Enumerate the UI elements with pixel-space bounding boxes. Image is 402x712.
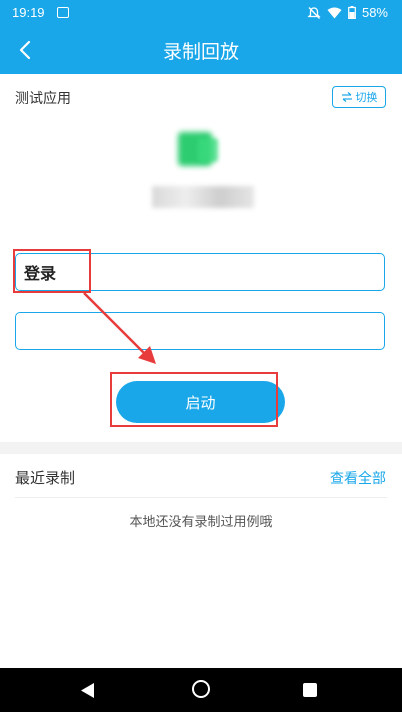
image-icon bbox=[57, 7, 69, 18]
page-title: 录制回放 bbox=[162, 41, 239, 63]
nav-back-icon[interactable] bbox=[81, 683, 95, 698]
annotation-box-login bbox=[13, 249, 91, 293]
wifi-icon bbox=[327, 7, 342, 18]
status-time: 19:19 bbox=[12, 5, 45, 20]
app-name-blurred bbox=[152, 186, 254, 208]
divider-line bbox=[15, 497, 387, 498]
second-field[interactable] bbox=[15, 312, 385, 350]
switch-button[interactable]: 切换 bbox=[332, 86, 386, 108]
app-bar: 录制回放 bbox=[0, 26, 402, 74]
switch-label: 切换 bbox=[355, 91, 378, 104]
battery-percent: 58% bbox=[361, 5, 388, 20]
section-divider bbox=[0, 442, 402, 454]
status-bar: 19:19 58% bbox=[0, 0, 402, 26]
annotation-box-start bbox=[110, 372, 278, 427]
nav-recents-icon[interactable] bbox=[303, 683, 317, 697]
recent-title: 最近录制 bbox=[15, 469, 76, 487]
view-all-link[interactable]: 查看全部 bbox=[330, 468, 386, 488]
status-icons: 58% bbox=[307, 5, 388, 20]
system-nav-bar bbox=[0, 668, 402, 712]
nav-home-icon[interactable] bbox=[192, 680, 210, 698]
mute-icon bbox=[307, 6, 321, 19]
app-icon bbox=[178, 132, 226, 168]
empty-message: 本地还没有录制过用例哦 bbox=[129, 515, 273, 530]
swap-icon bbox=[341, 92, 352, 102]
battery-icon bbox=[348, 6, 356, 19]
test-app-label: 测试应用 bbox=[15, 91, 71, 107]
